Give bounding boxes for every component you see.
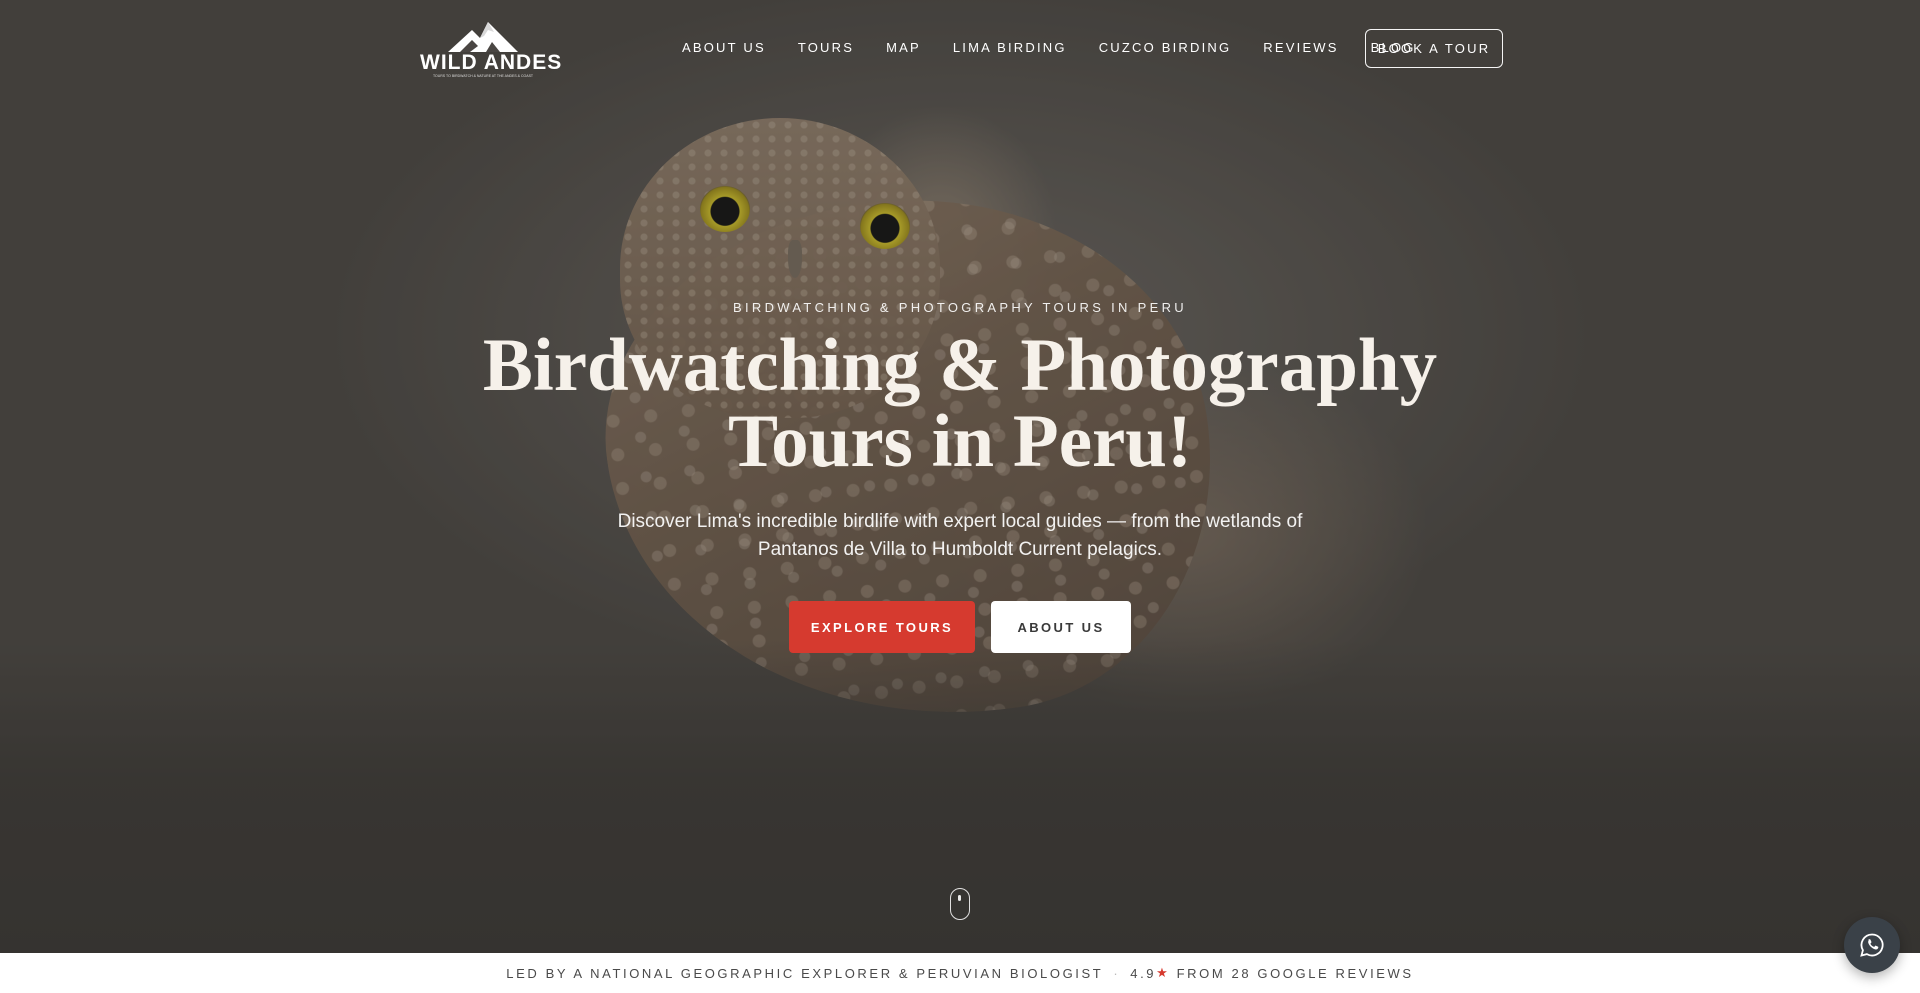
about-us-button[interactable]: ABOUT US <box>991 601 1131 653</box>
trust-bar: LED BY A NATIONAL GEOGRAPHIC EXPLORER & … <box>0 953 1920 993</box>
nav-lima-birding[interactable]: LIMA BIRDING <box>953 40 1067 55</box>
trust-separator: · <box>1113 965 1121 981</box>
credential-text: LED BY A NATIONAL GEOGRAPHIC EXPLORER & … <box>506 965 1104 981</box>
whatsapp-icon <box>1860 933 1884 957</box>
logo-wordmark: WILD ANDES <box>420 51 563 74</box>
reviews-count-text: FROM 28 GOOGLE REVIEWS <box>1176 965 1414 981</box>
nav-tours[interactable]: TOURS <box>798 40 854 55</box>
nav-reviews[interactable]: REVIEWS <box>1263 40 1338 55</box>
site-logo[interactable]: WILD ANDES TOURS TO BIRDWATCH & NATURE A… <box>420 20 563 78</box>
nav-about-us[interactable]: ABOUT US <box>682 40 766 55</box>
logo-tagline: TOURS TO BIRDWATCH & NATURE AT THE ANDES… <box>432 74 534 78</box>
mouse-scroll-icon[interactable] <box>950 888 970 920</box>
hero-headline-line2: Tours in Peru! <box>728 400 1192 483</box>
nav-cuzco-birding[interactable]: CUZCO BIRDING <box>1099 40 1232 55</box>
whatsapp-chat-button[interactable] <box>1844 917 1900 973</box>
rating-value: 4.9 <box>1130 965 1157 981</box>
star-icon: ★ <box>1156 965 1171 980</box>
mountain-logo-icon <box>448 22 518 52</box>
explore-tours-button[interactable]: EXPLORE TOURS <box>789 601 975 653</box>
hero-eyebrow: BIRDWATCHING & PHOTOGRAPHY TOURS IN PERU <box>733 300 1187 315</box>
book-a-tour-button[interactable]: BOOK A TOUR <box>1365 29 1503 68</box>
hero-headline: Birdwatching & Photography Tours in Peru… <box>460 328 1460 480</box>
main-navigation: ABOUT US TOURS MAP LIMA BIRDING CUZCO BI… <box>682 40 1448 55</box>
hero-subtitle: Discover Lima's incredible birdlife with… <box>617 511 1303 560</box>
nav-map[interactable]: MAP <box>886 40 921 55</box>
site-header: WILD ANDES TOURS TO BIRDWATCH & NATURE A… <box>0 0 1920 98</box>
hero-headline-line1: Birdwatching & Photography <box>482 324 1438 407</box>
